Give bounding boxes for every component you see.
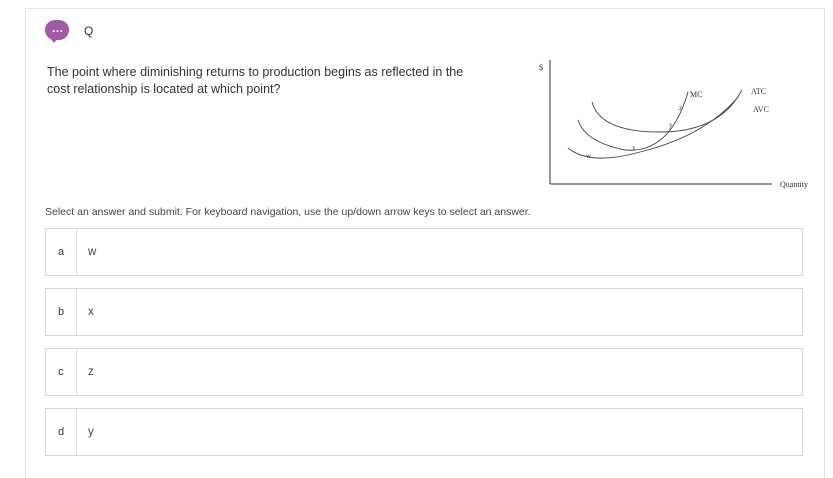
question-text: The point where diminishing returns to p… bbox=[47, 65, 464, 96]
option-text: x bbox=[88, 306, 94, 318]
atc-label: ATC bbox=[751, 87, 766, 96]
point-x-label: x bbox=[632, 144, 636, 152]
answer-instructions: Select an answer and submit. For keyboar… bbox=[45, 206, 531, 218]
question-label: Q bbox=[84, 24, 94, 38]
mc-label: MC bbox=[690, 90, 702, 99]
answer-option-c[interactable]: c z bbox=[45, 348, 803, 396]
atc-curve bbox=[591, 89, 743, 133]
speech-bubble-glyph: … bbox=[51, 21, 64, 35]
point-z-label: z bbox=[679, 104, 682, 112]
option-letter: c bbox=[46, 349, 77, 395]
y-axis-label: $ bbox=[539, 63, 543, 72]
cost-curves-graph: $ Quantity MC ATC AVC w x y z bbox=[539, 60, 808, 189]
answer-option-d[interactable]: d y bbox=[45, 408, 803, 456]
speech-bubble-icon: … bbox=[45, 20, 69, 43]
point-w-label: w bbox=[586, 152, 592, 160]
option-text: z bbox=[88, 366, 94, 378]
answer-option-b[interactable]: b x bbox=[45, 288, 803, 336]
point-y-label: y bbox=[669, 121, 673, 129]
avc-label: AVC bbox=[753, 105, 769, 114]
option-text: y bbox=[88, 426, 94, 438]
option-letter: a bbox=[46, 229, 77, 275]
option-text: w bbox=[88, 246, 97, 258]
option-letter: b bbox=[46, 289, 77, 335]
answer-option-a[interactable]: a w bbox=[45, 228, 803, 276]
option-letter: d bbox=[46, 409, 77, 455]
x-axis-label: Quantity bbox=[780, 180, 808, 189]
